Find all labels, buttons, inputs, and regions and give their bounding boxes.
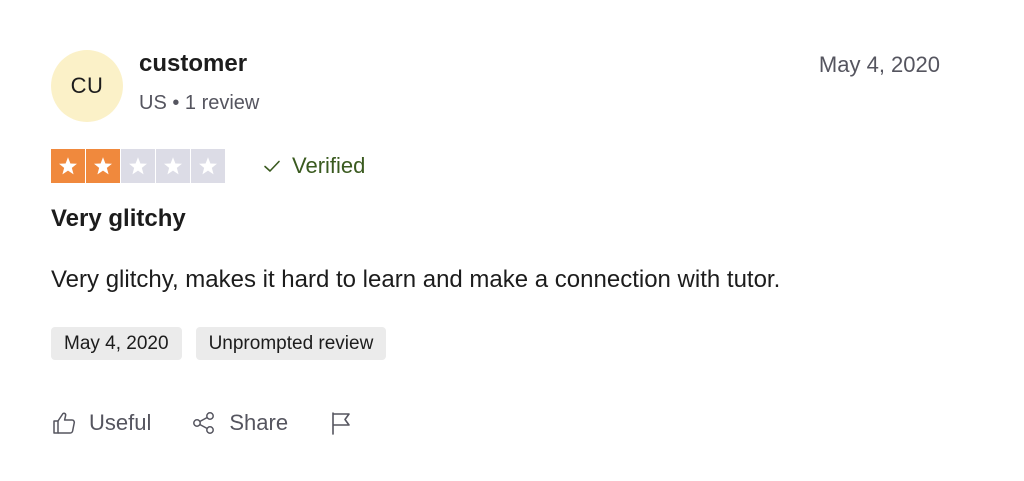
date-tag: May 4, 2020 [51,327,182,360]
flag-icon [332,412,350,435]
share-button[interactable]: Share [191,410,288,436]
reviewer-avatar: CU [51,50,123,122]
checkmark-icon [264,160,280,172]
useful-button[interactable]: Useful [51,410,151,436]
useful-label: Useful [89,410,152,435]
review-date: May 4, 2020 [818,52,940,77]
star-filled [51,149,85,183]
reviewer-name[interactable]: customer [139,50,247,78]
star-empty [191,149,225,183]
share-label: Share [229,410,289,435]
star-empty [121,149,155,183]
star-icon [164,157,182,175]
avatar-initials: CU [70,73,104,98]
verified-label: Verified [292,153,366,178]
star-icon [59,157,77,175]
review-title: Very glitchy [51,205,186,232]
verified-badge[interactable]: Verified [262,153,365,179]
star-icon [199,157,217,175]
star-icon [129,157,147,175]
star-empty [156,149,190,183]
unprompted-review-tag[interactable]: Unprompted review [195,327,387,360]
star-rating [51,149,225,183]
review-tags: May 4, 2020 Unprompted review [51,327,387,360]
thumbs-up-icon [53,412,76,434]
review-actions: Useful Share [51,410,394,436]
review-body: Very glitchy, makes it hard to learn and… [51,266,781,293]
flag-button[interactable] [328,410,354,436]
star-filled [86,149,120,183]
star-icon [94,157,112,175]
share-icon [193,412,215,434]
reviewer-meta: US • 1 review [139,92,260,114]
